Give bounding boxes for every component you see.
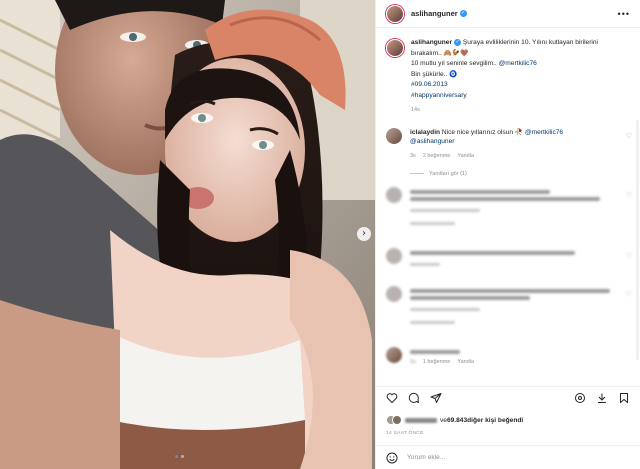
- caption-mention[interactable]: @mertkilic76: [499, 60, 537, 67]
- post-side-panel: aslihanguner ✓ ••• aslihanguner ✓ Şuraya …: [375, 0, 640, 469]
- comments-list[interactable]: aslihanguner ✓ Şuraya evliliklerinin 10. …: [376, 34, 640, 386]
- caption-line-3: Bin şükürle.. 🧿: [411, 70, 458, 78]
- comment-reply-button[interactable]: Yanıtla: [457, 358, 474, 367]
- comment-likes[interactable]: 1 beğenme: [423, 358, 451, 367]
- next-photo-button[interactable]: ›: [357, 227, 371, 241]
- caption-username[interactable]: aslihanguner: [411, 39, 452, 46]
- comment-mention-2[interactable]: @aslihanguner: [410, 137, 615, 146]
- carousel-dots: [175, 455, 184, 458]
- caption-time[interactable]: 14s: [411, 105, 630, 116]
- post-photo[interactable]: ›: [0, 0, 375, 469]
- comment-mention-1[interactable]: @mertkilic76: [525, 129, 563, 136]
- blurred-comment: [376, 320, 640, 337]
- chevron-right-icon: ›: [362, 228, 366, 239]
- comment-avatar[interactable]: [386, 346, 402, 363]
- comment-time[interactable]: 3s: [410, 152, 416, 161]
- more-icon[interactable]: •••: [618, 9, 630, 19]
- blurred-comment: [376, 221, 640, 238]
- comment-item: iclalaydin Nice nice yıllarınız olsun 🥀 …: [376, 127, 640, 161]
- verified-badge-icon: ✓: [454, 38, 462, 46]
- caption-avatar[interactable]: [386, 39, 404, 57]
- post-username[interactable]: aslihanguner: [411, 9, 458, 18]
- likes-count[interactable]: 69.843: [447, 417, 467, 424]
- share-send-icon[interactable]: [430, 392, 442, 404]
- comment-like-heart-icon[interactable]: ♡: [626, 252, 632, 260]
- add-comment-bar: [376, 445, 640, 469]
- blurred-comment: ♡: [376, 285, 640, 311]
- comment-username[interactable]: iclalaydin: [410, 129, 440, 136]
- verified-badge-icon: ✓: [459, 10, 467, 17]
- reels-remix-icon[interactable]: [574, 392, 586, 404]
- action-bar: [376, 386, 640, 408]
- likes-summary[interactable]: ve 69.843 diğer kişi beğendi: [386, 415, 523, 425]
- comment-item: 1s 1 beğenme Yanıtla: [376, 346, 640, 367]
- comment-avatar[interactable]: [386, 127, 402, 144]
- add-comment-input[interactable]: [407, 454, 607, 461]
- liker-name-blurred: [405, 417, 437, 423]
- comment-bubble-icon[interactable]: [408, 392, 420, 404]
- post-time-ago: 14 SAAT ÖNCE: [386, 431, 424, 436]
- liker-avatar: [392, 415, 402, 425]
- caption-date-tag[interactable]: #09.06.2013: [411, 80, 630, 91]
- comment-avatar[interactable]: [386, 285, 402, 302]
- bookmark-icon[interactable]: [618, 392, 630, 404]
- comment-avatar[interactable]: [386, 186, 402, 203]
- comment-like-heart-icon[interactable]: ♡: [626, 191, 632, 199]
- post-header: aslihanguner ✓ •••: [376, 0, 640, 28]
- comment-text: Nice nice yıllarınız olsun 🥀: [441, 128, 525, 136]
- instagram-post-modal: › aslihanguner ✓ ••• aslihanguner ✓ Şuray…: [0, 0, 640, 469]
- comment-like-heart-icon[interactable]: ♡: [626, 290, 632, 298]
- like-heart-icon[interactable]: [386, 392, 398, 404]
- caption: aslihanguner ✓ Şuraya evliliklerinin 10. …: [376, 34, 640, 116]
- emoji-smile-icon[interactable]: [386, 452, 398, 464]
- comment-avatar[interactable]: [386, 247, 402, 264]
- comment-like-heart-icon[interactable]: ♡: [626, 132, 632, 140]
- comment-reply-button[interactable]: Yanıtla: [457, 152, 474, 161]
- likes-prefix: ve: [440, 416, 447, 424]
- comment-likes[interactable]: 2 beğenme: [423, 152, 451, 161]
- likes-suffix[interactable]: diğer kişi beğendi: [467, 417, 523, 424]
- caption-hashtag[interactable]: #happyanniversary: [411, 91, 630, 102]
- caption-line-2: 10 mutlu yıl seninle sevgilim..: [411, 60, 499, 67]
- download-icon[interactable]: [596, 392, 608, 404]
- couple-photo-image: [0, 0, 375, 469]
- view-replies-button[interactable]: Yanıtları gör (1): [410, 171, 640, 177]
- carousel-dot-active: [175, 455, 178, 458]
- blurred-comment: ♡: [376, 247, 640, 266]
- carousel-dot: [181, 455, 184, 458]
- comments-scrollbar[interactable]: [636, 120, 639, 360]
- avatar[interactable]: [386, 4, 404, 23]
- blurred-comment: ♡: [376, 186, 640, 212]
